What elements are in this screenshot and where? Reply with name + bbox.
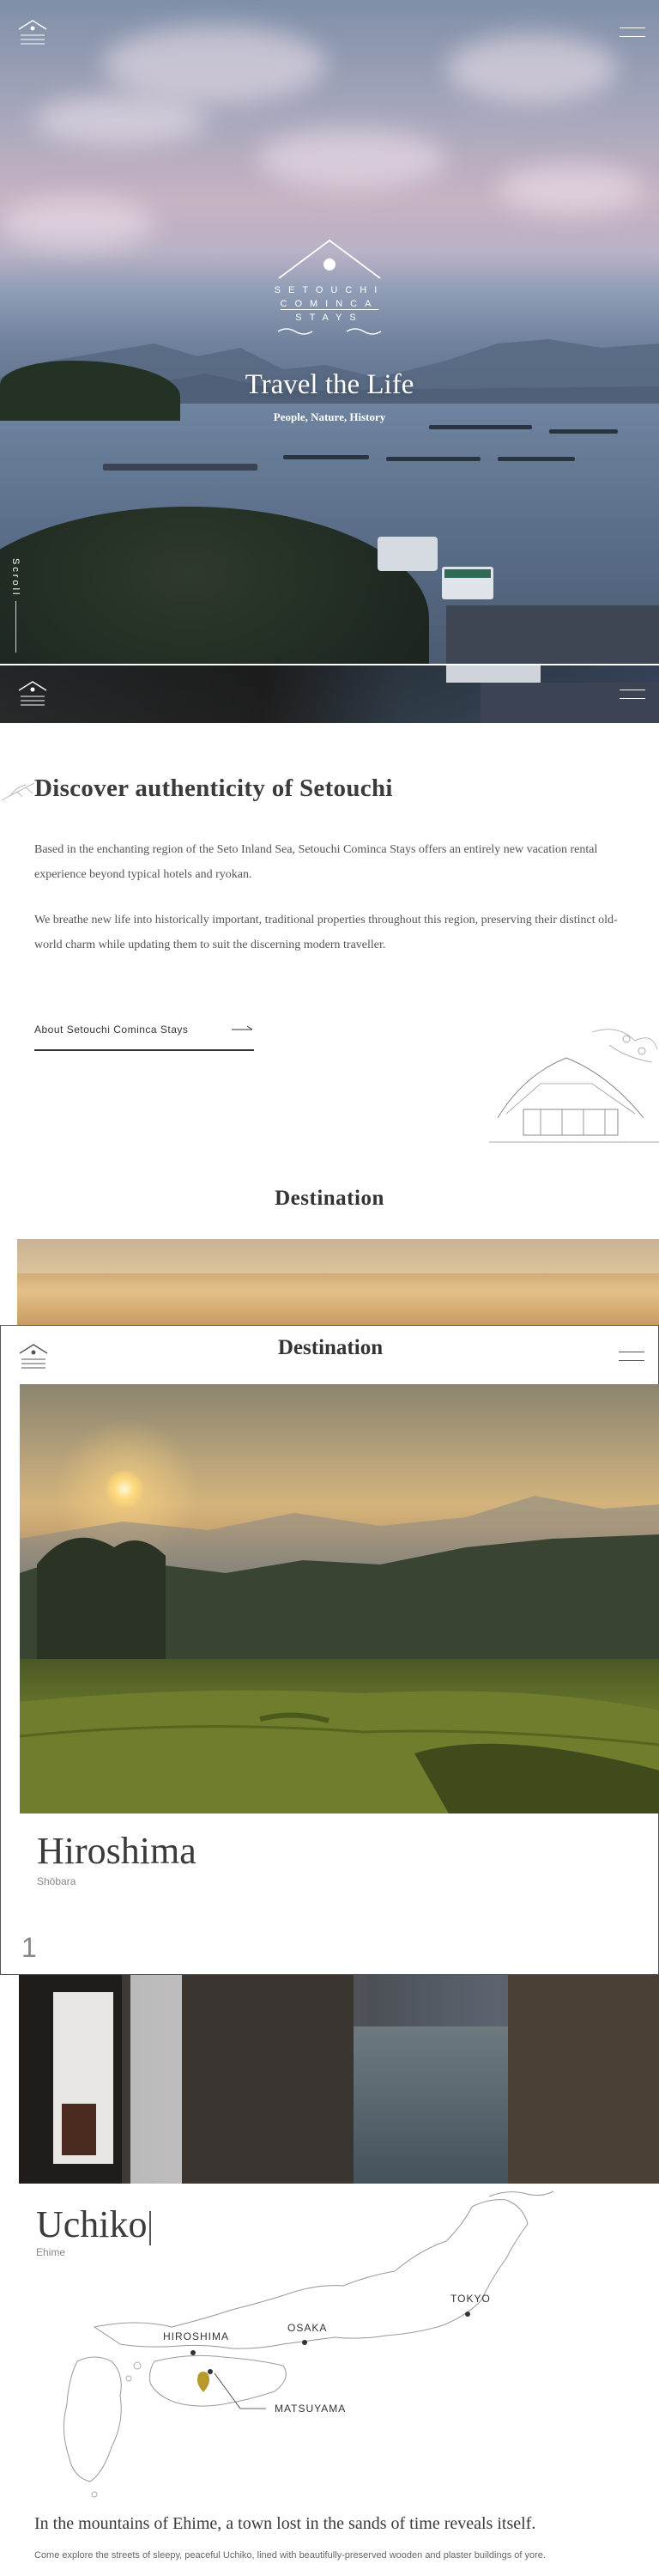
arrow-right-icon	[232, 1025, 253, 1030]
destination-area-hiroshima: Shōbara	[37, 1875, 76, 1887]
roof-logo-icon	[278, 239, 381, 279]
map-label-osaka: OSAKA	[287, 2322, 327, 2334]
kyushu-outline	[63, 2356, 122, 2482]
menu-button[interactable]	[620, 26, 645, 39]
chair	[62, 2104, 96, 2155]
sticky-header-bar	[0, 665, 659, 723]
hero-logo: SETOUCHI COMINCA STAYS	[269, 235, 390, 341]
menu-button[interactable]	[620, 688, 645, 702]
osaka-marker	[302, 2340, 307, 2345]
wave-icon	[277, 328, 382, 335]
destination-header-title: Destination	[277, 1336, 384, 1359]
uchiko-lead: In the mountains of Ehime, a town lost i…	[34, 2514, 536, 2533]
house-logo-icon	[18, 20, 47, 45]
destination-name-hiroshima[interactable]: Hiroshima	[37, 1829, 196, 1873]
hero-title: Travel the Life	[245, 369, 414, 400]
scroll-label[interactable]: Scroll	[10, 558, 21, 598]
oyster-raft	[498, 457, 575, 461]
house-sketch-icon	[489, 1029, 659, 1143]
mountain-ridge	[20, 1496, 659, 1659]
hiroshima-marker	[190, 2350, 196, 2355]
menu-button[interactable]	[619, 1350, 644, 1364]
brand-line-1: SETOUCHI	[274, 285, 385, 295]
island	[133, 2361, 142, 2370]
brand-line-2: COMINCA	[280, 299, 379, 309]
cloud	[34, 94, 206, 146]
menu-line-icon	[620, 698, 645, 699]
cloud	[446, 34, 618, 103]
about-link[interactable]: About Setouchi Cominca Stays	[34, 1024, 254, 1051]
matsuyama-marker	[208, 2369, 213, 2374]
scroll-line	[15, 601, 16, 653]
sky-haze	[17, 1239, 659, 1273]
lattice-window	[130, 1975, 182, 2184]
building-right	[508, 1975, 659, 2184]
about-paragraph-2: We breathe new life into historically im…	[34, 914, 618, 951]
slide-counter: 1	[21, 1932, 37, 1963]
cloud	[103, 26, 326, 103]
shikoku-outline	[149, 2354, 287, 2407]
tokyo-marker	[465, 2312, 470, 2317]
uchiko-description: Come explore the streets of sleepy, peac…	[34, 2550, 546, 2561]
japan-map: HIROSHIMA OSAKA TOKYO MATSUYAMA	[63, 2190, 554, 2498]
hero-subtitle: People, Nature, History	[273, 410, 386, 423]
street	[354, 2026, 508, 2184]
brand-line-3: STAYS	[295, 313, 364, 323]
boat	[378, 537, 438, 571]
uchiko-photo[interactable]	[19, 1975, 659, 2184]
island	[91, 2491, 98, 2498]
map-label-tokyo: TOKYO	[450, 2293, 491, 2305]
cloud	[0, 197, 154, 249]
hero-section: SETOUCHI COMINCA STAYS Travel the Life P…	[0, 0, 659, 664]
hokkaido-outline	[488, 2190, 554, 2197]
about-paragraph-1: Based in the enchanting region of the Se…	[34, 843, 598, 881]
map-label-hiroshima: HIROSHIMA	[163, 2330, 229, 2342]
oyster-raft	[386, 457, 481, 461]
home-logo-button[interactable]	[15, 17, 50, 48]
harbor	[103, 464, 257, 471]
menu-line-icon	[620, 27, 645, 28]
hiroshima-photo[interactable]	[20, 1384, 659, 1814]
about-link-label: About Setouchi Cominca Stays	[34, 1024, 189, 1036]
oyster-raft	[549, 429, 618, 434]
cloud	[498, 163, 644, 215]
destination-panel: Destination Hiroshima Shōbara 1	[0, 1325, 659, 1975]
about-title: Discover authenticity of Setouchi	[34, 775, 393, 802]
house-logo-icon	[18, 681, 47, 706]
rice-fields	[20, 1690, 659, 1814]
island	[125, 2375, 132, 2382]
oyster-raft	[429, 425, 532, 429]
pier	[446, 605, 659, 664]
building-left	[182, 1975, 354, 2184]
destination-preview-band	[17, 1239, 659, 1325]
boat-roof	[444, 569, 491, 578]
oyster-raft	[283, 455, 369, 459]
map-label-matsuyama: MATSUYAMA	[275, 2403, 346, 2415]
boat-fragment	[446, 665, 541, 683]
menu-line-icon	[619, 1360, 644, 1361]
cloud	[257, 129, 446, 189]
menu-line-icon	[620, 36, 645, 37]
home-logo-button[interactable]	[15, 678, 50, 709]
about-section: Discover authenticity of Setouchi Based …	[0, 723, 659, 1210]
destination-section-title: Destination	[275, 1187, 384, 1210]
uchiko-pin-icon[interactable]	[197, 2372, 209, 2392]
